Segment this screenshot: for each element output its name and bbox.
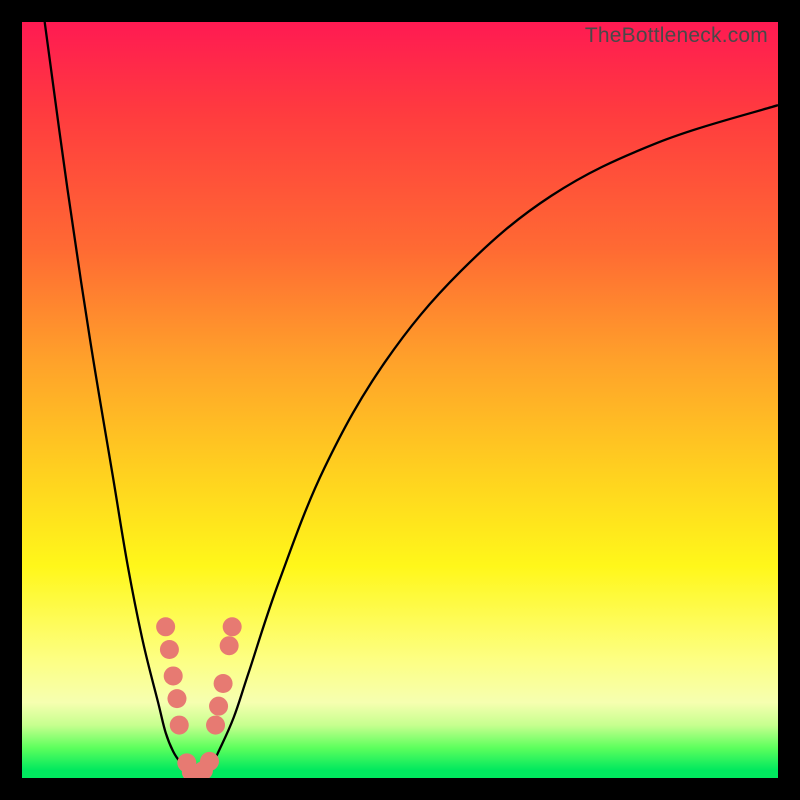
- data-marker: [206, 716, 225, 735]
- curve-left: [45, 22, 195, 776]
- data-marker: [156, 617, 175, 636]
- data-marker: [200, 752, 219, 771]
- data-marker: [167, 689, 186, 708]
- data-marker: [209, 697, 228, 716]
- data-marker: [160, 640, 179, 659]
- chart-frame: TheBottleneck.com: [0, 0, 800, 800]
- data-marker: [223, 617, 242, 636]
- curve-right: [203, 105, 778, 776]
- data-marker: [164, 666, 183, 685]
- data-marker: [220, 636, 239, 655]
- marker-group: [156, 617, 242, 778]
- data-marker: [214, 674, 233, 693]
- data-marker: [170, 716, 189, 735]
- plot-area: TheBottleneck.com: [22, 22, 778, 778]
- chart-svg: [22, 22, 778, 778]
